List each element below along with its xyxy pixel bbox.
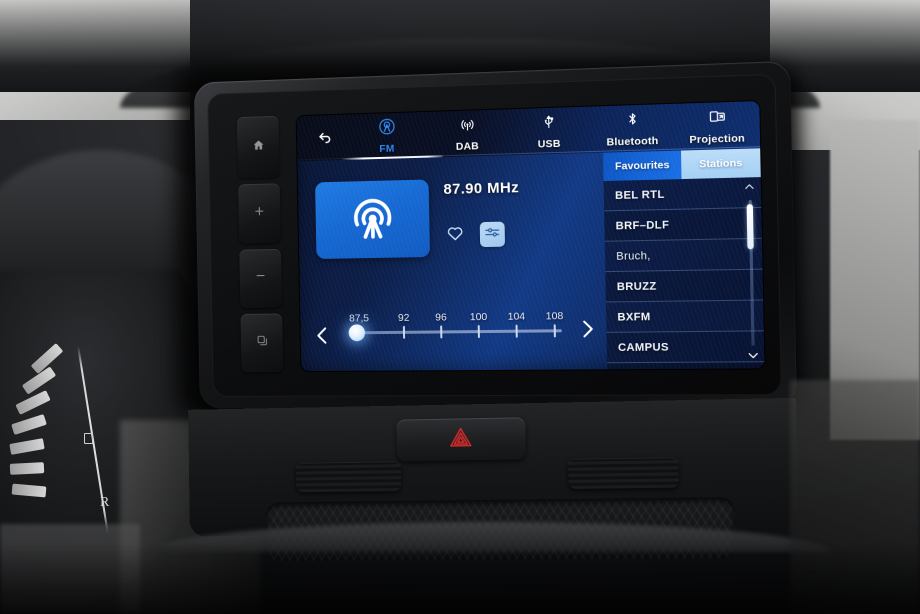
source-tab-label: Projection xyxy=(689,132,746,147)
station-artwork xyxy=(315,179,431,259)
source-tab-label: Bluetooth xyxy=(606,134,659,149)
usb-icon xyxy=(541,112,558,137)
station-list-item[interactable]: Bruch, xyxy=(604,238,763,273)
tuner-control: 87,5 92 96 100 104 108 xyxy=(310,292,601,359)
tab-label: Favourites xyxy=(614,159,670,173)
source-tab-usb[interactable]: USB xyxy=(507,111,590,156)
next-station-button[interactable] xyxy=(576,314,599,350)
back-arrow-icon xyxy=(315,127,335,150)
apps-icon xyxy=(255,334,268,352)
playback-actions xyxy=(442,221,506,248)
source-tab-label: USB xyxy=(537,137,561,151)
source-tab-dab[interactable]: DAB xyxy=(426,115,508,157)
audio-settings-icon xyxy=(484,223,501,245)
fuel-reserve-label: R xyxy=(100,495,110,510)
plus-icon xyxy=(253,204,267,223)
station-list-item[interactable]: CAMPUS xyxy=(606,331,765,364)
frequency-tick-label: 104 xyxy=(507,310,526,323)
audio-settings-button[interactable] xyxy=(479,221,506,248)
dashboard-scene: R FM DAB USB Bluetooth Projection 87.90 … xyxy=(0,0,920,614)
antenna-icon xyxy=(457,116,476,139)
lower-dashboard-panel xyxy=(188,397,799,562)
favourite-button[interactable] xyxy=(442,223,467,246)
minus-icon xyxy=(254,269,268,288)
source-tab-label: DAB xyxy=(455,140,480,153)
scroll-up-button[interactable] xyxy=(741,179,758,198)
tab-stations[interactable]: Stations xyxy=(680,148,761,180)
fuel-gauge-segment xyxy=(9,438,45,455)
station-list[interactable]: BEL RTL BRF–DLF Bruch, BRUZZ BXFM CAMPUS xyxy=(603,177,765,369)
projection-icon xyxy=(707,107,727,131)
frequency-scale[interactable]: 87,5 92 96 100 104 108 xyxy=(342,297,566,345)
station-list-item[interactable]: BEL RTL xyxy=(603,177,762,212)
list-tabs: Favourites Stations xyxy=(603,148,761,182)
hazard-button[interactable] xyxy=(396,417,526,462)
lower-shading xyxy=(0,544,920,614)
frequency-tick xyxy=(477,325,480,339)
air-vent-right xyxy=(568,457,679,489)
source-tab-label: FM xyxy=(379,142,395,156)
bluetooth-icon xyxy=(624,109,640,134)
frequency-tick xyxy=(515,324,518,338)
frequency-tick-label: 92 xyxy=(397,311,410,324)
tab-label: Stations xyxy=(699,157,743,171)
broadcast-icon xyxy=(377,117,396,141)
radio-tower-icon xyxy=(346,191,398,248)
home-button[interactable] xyxy=(236,115,280,179)
station-list-item[interactable]: BRUZZ xyxy=(605,269,764,303)
frequency-display: 87.90 MHz xyxy=(443,179,520,198)
air-vent-left xyxy=(295,461,402,493)
tab-favourites[interactable]: Favourites xyxy=(603,150,682,182)
fuel-gauge-segment xyxy=(9,462,45,475)
station-name: BEL RTL xyxy=(614,188,665,202)
frequency-tick xyxy=(553,324,556,338)
apps-button[interactable] xyxy=(240,313,284,373)
frequency-tick-label: 108 xyxy=(545,310,564,323)
station-name: BRUZZ xyxy=(616,279,657,293)
back-button[interactable] xyxy=(308,125,341,154)
source-tab-fm[interactable]: FM xyxy=(347,116,428,160)
frequency-tick-label: 96 xyxy=(435,311,447,324)
now-playing-pane: 87.90 MHz 87,5 92 96 100 104 108 xyxy=(297,153,607,371)
touchscreen-display[interactable]: FM DAB USB Bluetooth Projection 87.90 MH… xyxy=(296,101,765,372)
fuel-gauge-segment xyxy=(11,483,47,498)
heart-icon xyxy=(444,222,466,247)
frequency-tick-label: 100 xyxy=(469,310,488,324)
volume-up-button[interactable] xyxy=(238,183,281,244)
frequency-scale-line xyxy=(358,329,562,335)
fuel-gauge-segment xyxy=(11,414,47,435)
home-icon xyxy=(252,138,265,156)
station-name: CAMPUS xyxy=(617,340,669,354)
source-tab-projection[interactable]: Projection xyxy=(674,106,760,151)
frequency-tick xyxy=(440,325,443,339)
station-list-pane: Favourites Stations BEL RTL BRF–DLF Bruc… xyxy=(603,148,765,370)
volume-down-button[interactable] xyxy=(239,248,283,308)
scrollbar-thumb[interactable] xyxy=(746,204,754,250)
bezel-button-column xyxy=(228,113,292,376)
station-name: BRF–DLF xyxy=(615,218,670,232)
head-unit: FM DAB USB Bluetooth Projection 87.90 MH… xyxy=(193,60,797,409)
fuel-pump-indicator-icon xyxy=(84,433,93,444)
frequency-tick-label: 87,5 xyxy=(349,312,370,325)
fuel-gauge-segment xyxy=(15,390,51,415)
station-list-item[interactable]: BRF–DLF xyxy=(604,207,762,242)
previous-station-button[interactable] xyxy=(312,321,334,356)
station-name: Bruch, xyxy=(616,249,651,263)
frequency-slider-knob[interactable] xyxy=(348,324,366,342)
head-unit-bezel: FM DAB USB Bluetooth Projection 87.90 MH… xyxy=(207,73,782,397)
hazard-triangle-icon xyxy=(448,425,474,454)
station-name: BXFM xyxy=(617,310,651,324)
frequency-tick xyxy=(402,325,406,339)
station-list-item[interactable]: BXFM xyxy=(605,300,764,333)
source-tab-bluetooth[interactable]: Bluetooth xyxy=(590,108,675,153)
scroll-down-button[interactable] xyxy=(744,349,762,368)
